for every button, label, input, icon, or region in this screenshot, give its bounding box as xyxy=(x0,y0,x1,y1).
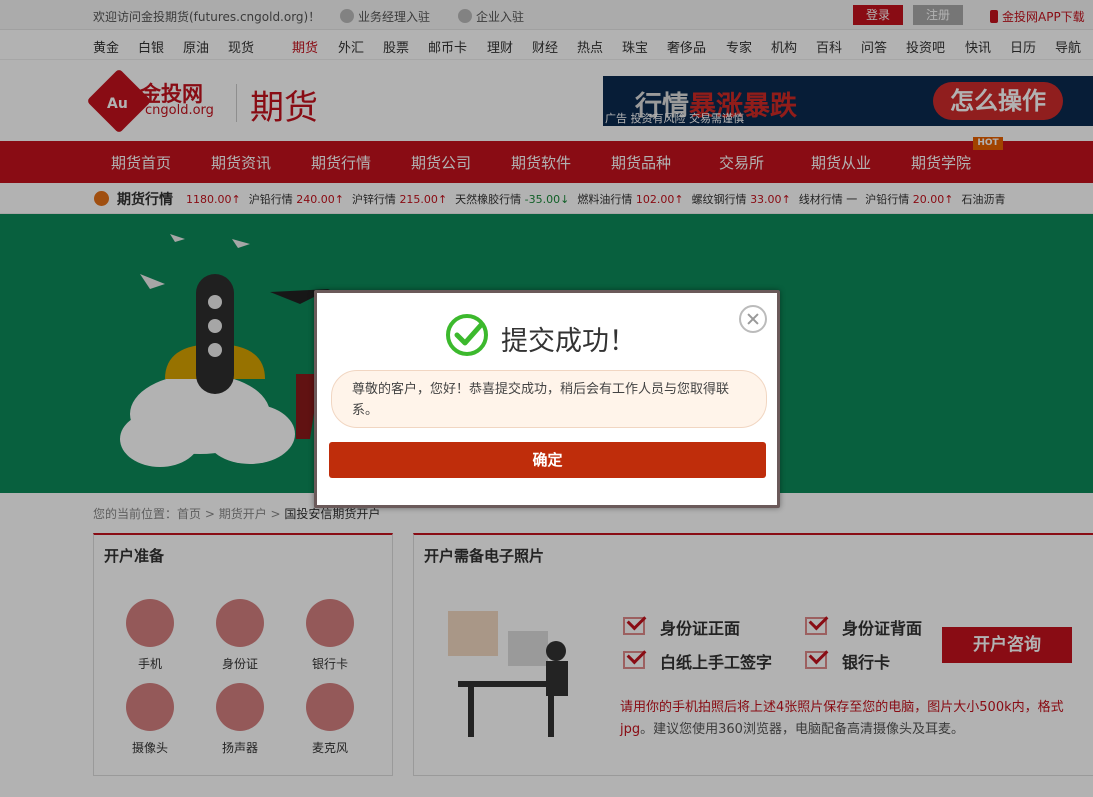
dialog-title: 提交成功！ xyxy=(501,326,636,357)
success-dialog: 提交成功！ 尊敬的客户，您好！恭喜提交成功，稍后会有工作人员与您取得联系。 确定 xyxy=(314,290,780,508)
success-check-icon xyxy=(446,314,488,356)
dialog-message: 尊敬的客户，您好！恭喜提交成功，稍后会有工作人员与您取得联系。 xyxy=(331,370,767,428)
confirm-button[interactable]: 确定 xyxy=(329,442,766,478)
close-icon[interactable] xyxy=(739,305,767,333)
